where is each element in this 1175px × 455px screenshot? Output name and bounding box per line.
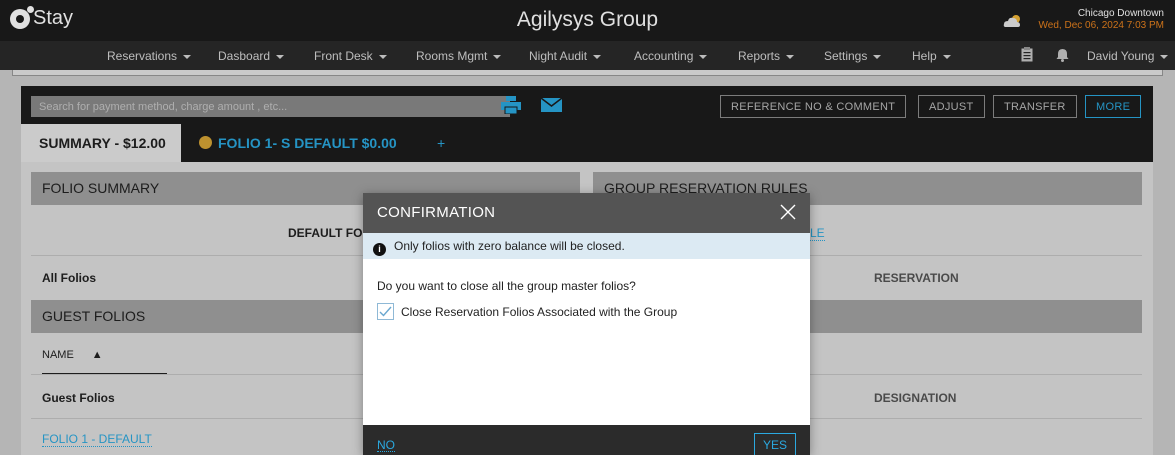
info-icon: i: [373, 243, 386, 256]
dialog-footer: NO YES: [363, 425, 810, 455]
dialog-title: CONFIRMATION: [377, 204, 496, 221]
info-text: Only folios with zero balance will be cl…: [394, 239, 625, 253]
checkbox-label: Close Reservation Folios Associated with…: [401, 304, 678, 319]
close-reservation-folios-option[interactable]: Close Reservation Folios Associated with…: [377, 303, 677, 320]
yes-button[interactable]: YES: [754, 433, 796, 455]
no-button[interactable]: NO: [377, 439, 395, 452]
info-banner: i Only folios with zero balance will be c…: [363, 233, 810, 259]
confirm-question: Do you want to close all the group maste…: [377, 279, 636, 293]
close-icon[interactable]: [780, 204, 796, 220]
dialog-header: CONFIRMATION: [363, 193, 810, 233]
close-reservation-folios-checkbox[interactable]: [377, 303, 394, 320]
checkmark-icon: [379, 306, 392, 317]
confirmation-dialog: CONFIRMATION i Only folios with zero bala…: [363, 193, 810, 455]
